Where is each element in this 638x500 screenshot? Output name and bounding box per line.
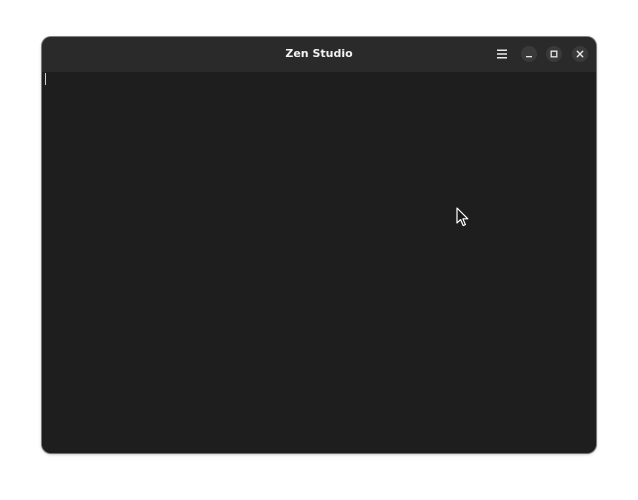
maximize-icon	[546, 46, 562, 62]
minimize-button[interactable]	[521, 46, 537, 62]
text-caret	[45, 73, 46, 85]
close-icon	[572, 46, 588, 62]
close-button[interactable]	[572, 46, 588, 62]
maximize-button[interactable]	[546, 46, 562, 62]
minimize-icon	[521, 46, 537, 62]
hamburger-menu-icon	[492, 45, 512, 63]
editor-area[interactable]	[42, 72, 596, 453]
main-menu-button[interactable]	[492, 45, 512, 63]
app-window: Zen Studio	[42, 37, 596, 453]
titlebar[interactable]: Zen Studio	[42, 37, 596, 72]
window-title: Zen Studio	[285, 47, 353, 60]
